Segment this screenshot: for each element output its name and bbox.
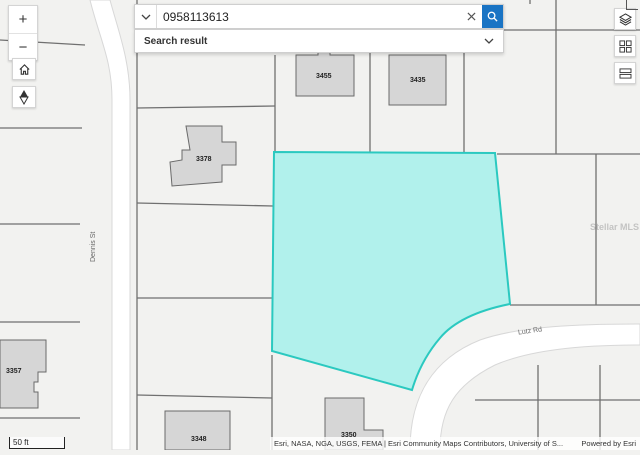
watermark: Stellar MLS <box>590 222 640 232</box>
search-input[interactable] <box>157 9 460 24</box>
basemap-button[interactable] <box>614 35 636 57</box>
grid-icon <box>618 39 632 53</box>
clear-search-button[interactable] <box>460 5 482 28</box>
attribution-bar[interactable]: Esri, NASA, NGA, USGS, FEMA | Esri Commu… <box>270 437 640 450</box>
home-button[interactable] <box>12 58 36 80</box>
compass-icon <box>19 90 29 105</box>
close-icon <box>466 12 476 21</box>
map-layer <box>0 0 640 451</box>
search-result-label: Search result <box>144 35 208 47</box>
compass-button[interactable] <box>12 86 36 108</box>
parcel-label-3357: 3357 <box>6 368 22 375</box>
search-bar <box>134 4 504 29</box>
chevron-down-icon <box>484 38 494 44</box>
street-label-dennis: Dennis St <box>90 231 97 262</box>
zoom-in-button[interactable]: + <box>9 6 37 33</box>
attribution-text: Esri, NASA, NGA, USGS, FEMA | Esri Commu… <box>274 439 564 448</box>
powered-by-link[interactable]: Powered by Esri <box>581 439 636 448</box>
zoom-out-button[interactable]: − <box>9 33 37 60</box>
map-canvas[interactable]: 3455 3435 3378 3357 3348 3350 Dennis St … <box>0 0 640 451</box>
parcel-label-3378: 3378 <box>196 156 212 163</box>
home-icon <box>18 63 30 75</box>
layers-button[interactable] <box>614 8 636 30</box>
corner-mark <box>626 0 638 10</box>
search-submit-button[interactable] <box>482 5 503 28</box>
legend-icon <box>619 67 631 79</box>
layers-icon <box>618 12 632 26</box>
chevron-down-icon <box>141 14 150 20</box>
scale-bar: 50 ft <box>9 437 65 449</box>
legend-button[interactable] <box>614 62 636 84</box>
search-source-dropdown[interactable] <box>135 5 157 28</box>
parcel-label-3435: 3435 <box>410 77 426 84</box>
search-icon <box>487 11 498 22</box>
zoom-controls: + − <box>8 5 38 61</box>
search-result-panel[interactable]: Search result <box>134 29 504 53</box>
parcel-label-3455: 3455 <box>316 73 332 80</box>
parcel-label-3348: 3348 <box>191 436 207 443</box>
